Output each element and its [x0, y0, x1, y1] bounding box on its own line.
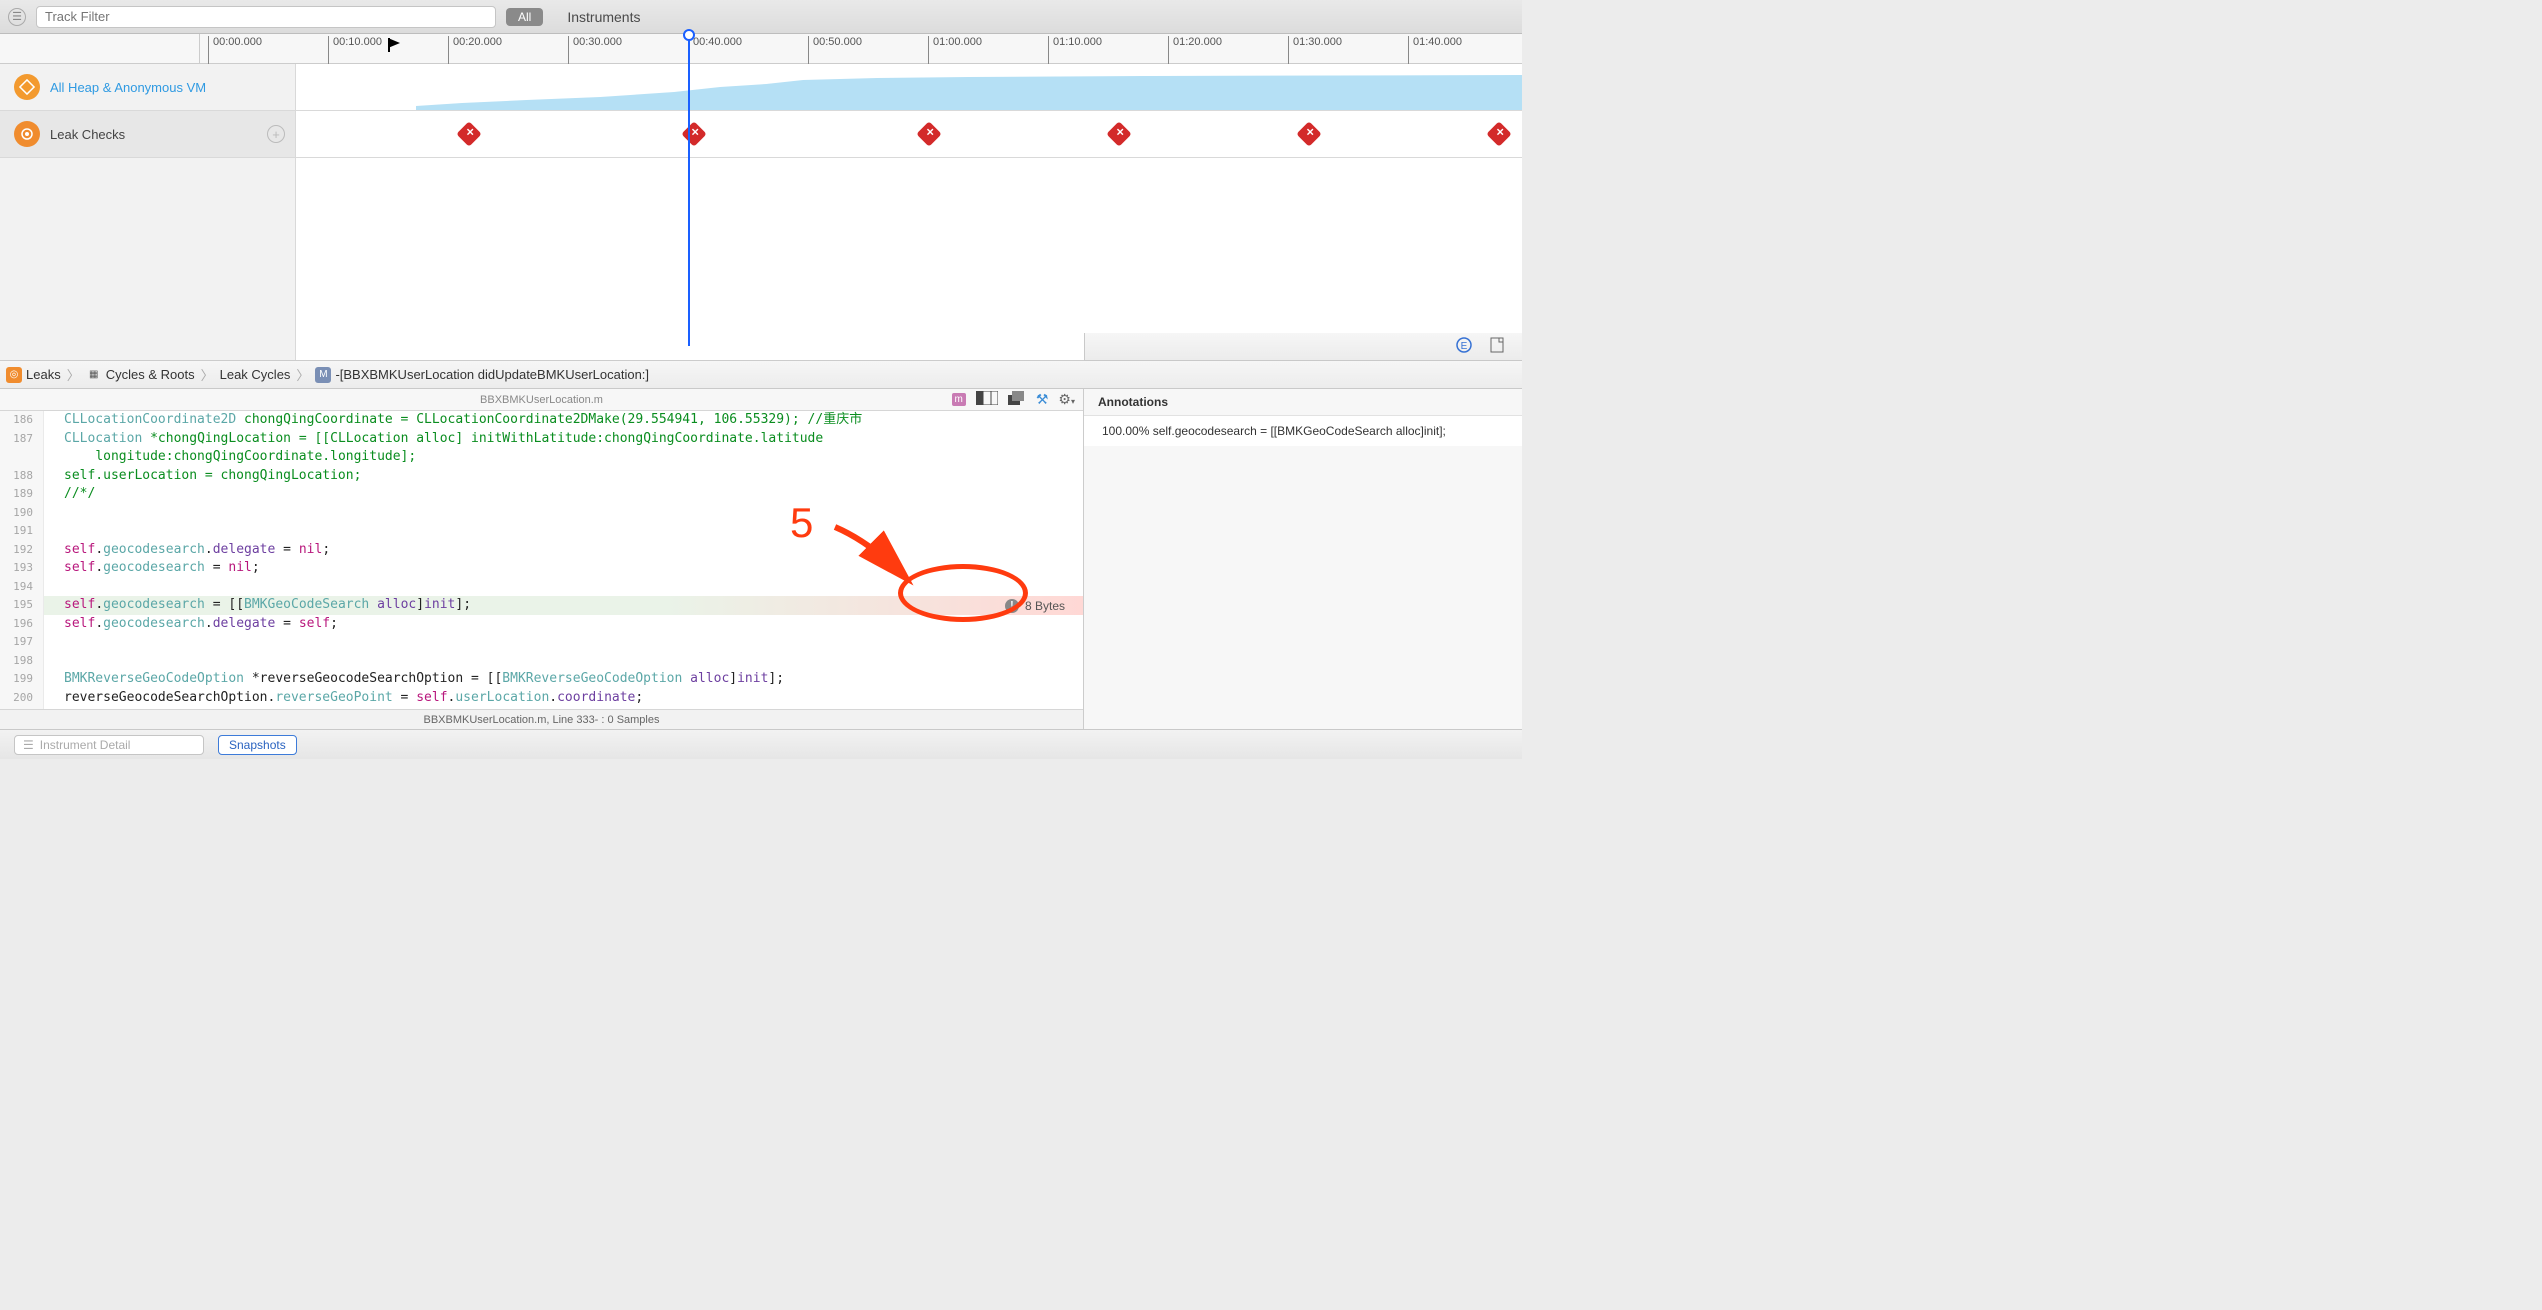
add-track-button[interactable]: +	[267, 125, 285, 143]
leak-marker-icon[interactable]	[681, 121, 706, 146]
ruler-tick: 00:40.000	[688, 36, 742, 64]
code-status-bar: BBXBMKUserLocation.m, Line 333- : 0 Samp…	[0, 709, 1083, 729]
ruler-tick: 00:20.000	[448, 36, 502, 64]
track-filter-all-pill[interactable]: All	[506, 8, 543, 26]
code-line: longitude:chongQingCoordinate.longitude]…	[0, 448, 1083, 467]
code-tabbar: BBXBMKUserLocation.m m ⚒ ⚙︎▾	[0, 389, 1083, 411]
crumb-leaks[interactable]: ◎ Leaks	[6, 367, 61, 383]
grid-icon: ▦	[86, 367, 102, 383]
code-line: 187CLLocation *chongQingLocation = [[CLL…	[0, 430, 1083, 449]
leak-marker-icon[interactable]	[1486, 121, 1511, 146]
track-row-allocations[interactable]: All Heap & Anonymous VM	[0, 64, 1522, 111]
leaks-small-icon: ◎	[6, 367, 22, 383]
code-line: 194	[0, 578, 1083, 597]
code-line: 198	[0, 652, 1083, 671]
extended-detail-icon[interactable]: E	[1456, 337, 1472, 356]
instruments-label: Instruments	[567, 9, 640, 25]
bottom-toolbar: ☰ Instrument Detail Snapshots	[0, 729, 1522, 759]
leak-marker-icon[interactable]	[456, 121, 481, 146]
ruler-tick: 00:10.000	[328, 36, 382, 64]
ruler-tick: 01:10.000	[1048, 36, 1102, 64]
code-line: 195self.geocodesearch = [[BMKGeoCodeSear…	[0, 596, 1083, 615]
ruler-tick: 01:30.000	[1288, 36, 1342, 64]
code-line: 188self.userLocation = chongQingLocation…	[0, 467, 1083, 486]
filter-icon: ☰	[23, 738, 34, 752]
code-line: 186CLLocationCoordinate2D chongQingCoord…	[0, 411, 1083, 430]
right-pane-toolbar: E	[1084, 333, 1522, 361]
playhead-line[interactable]	[688, 34, 690, 346]
leak-marker-icon[interactable]	[1296, 121, 1321, 146]
code-line: 199BMKReverseGeoCodeOption *reverseGeoco…	[0, 670, 1083, 689]
code-line: 189//*/	[0, 485, 1083, 504]
allocations-graph[interactable]	[296, 64, 1522, 110]
leaks-graph[interactable]	[296, 111, 1522, 157]
code-line: 193self.geocodesearch = nil;	[0, 559, 1083, 578]
track-filter-input[interactable]	[36, 6, 496, 28]
stack-icon[interactable]	[1008, 391, 1026, 408]
code-line: 191	[0, 522, 1083, 541]
top-toolbar: ☰ All Instruments	[0, 0, 1522, 34]
allocations-icon	[14, 74, 40, 100]
timeline-ruler[interactable]: 00:00.000 00:10.000 00:20.000 00:30.000 00:4…	[0, 34, 1522, 64]
document-icon[interactable]	[1490, 337, 1504, 356]
layout-columns-icon[interactable]	[976, 391, 998, 408]
source-code-view[interactable]: 186CLLocationCoordinate2D chongQingCoord…	[0, 411, 1083, 709]
source-code-pane: BBXBMKUserLocation.m m ⚒ ⚙︎▾ 186CLLocati…	[0, 389, 1084, 729]
crumb-method[interactable]: M -[BBXBMKUserLocation didUpdateBMKUserL…	[315, 367, 649, 383]
code-line: 200reverseGeocodeSearchOption.reverseGeo…	[0, 689, 1083, 708]
bytes-badge[interactable]: !8 Bytes	[1005, 597, 1065, 616]
leak-marker-icon[interactable]	[1106, 121, 1131, 146]
ruler-tick: 01:40.000	[1408, 36, 1462, 64]
ruler-tick: 01:00.000	[928, 36, 982, 64]
instrument-detail-input[interactable]: ☰ Instrument Detail	[14, 735, 204, 755]
leaks-icon	[14, 121, 40, 147]
gear-icon[interactable]: ⚙︎▾	[1058, 391, 1075, 408]
crumb-leak-cycles[interactable]: Leak Cycles	[220, 367, 291, 382]
playhead-flag-icon[interactable]	[388, 38, 402, 52]
svg-text:E: E	[1461, 341, 1468, 352]
m-badge-icon[interactable]: m	[952, 393, 966, 406]
track-label: All Heap & Anonymous VM	[50, 80, 206, 95]
ruler-tick: 00:50.000	[808, 36, 862, 64]
crumb-cycles-roots[interactable]: ▦ Cycles & Roots	[86, 367, 195, 383]
leak-marker-icon[interactable]	[916, 121, 941, 146]
ruler-tick: 01:20.000	[1168, 36, 1222, 64]
m-file-icon: M	[315, 367, 331, 383]
track-row-leaks[interactable]: Leak Checks +	[0, 111, 1522, 158]
annotations-header: Annotations	[1084, 389, 1522, 416]
xcode-icon[interactable]: ⚒	[1036, 391, 1049, 408]
playhead-marker-icon[interactable]	[683, 29, 695, 41]
code-line: 197	[0, 633, 1083, 652]
code-line: 190	[0, 504, 1083, 523]
annotations-pane: Annotations 100.00% self.geocodesearch =…	[1084, 389, 1522, 729]
ruler-tick: 00:30.000	[568, 36, 622, 64]
code-line: 201	[0, 707, 1083, 709]
breadcrumb: ◎ Leaks 〉 ▦ Cycles & Roots 〉 Leak Cycles…	[0, 361, 1522, 389]
snapshots-button[interactable]: Snapshots	[218, 735, 297, 755]
annotation-item[interactable]: 100.00% self.geocodesearch = [[BMKGeoCod…	[1084, 416, 1522, 446]
file-title: BBXBMKUserLocation.m	[480, 394, 603, 406]
filter-icon[interactable]: ☰	[8, 8, 26, 26]
ruler-tick: 00:00.000	[208, 36, 262, 64]
track-label: Leak Checks	[50, 127, 125, 142]
code-line: 192self.geocodesearch.delegate = nil;	[0, 541, 1083, 560]
code-line: 196self.geocodesearch.delegate = self;	[0, 615, 1083, 634]
